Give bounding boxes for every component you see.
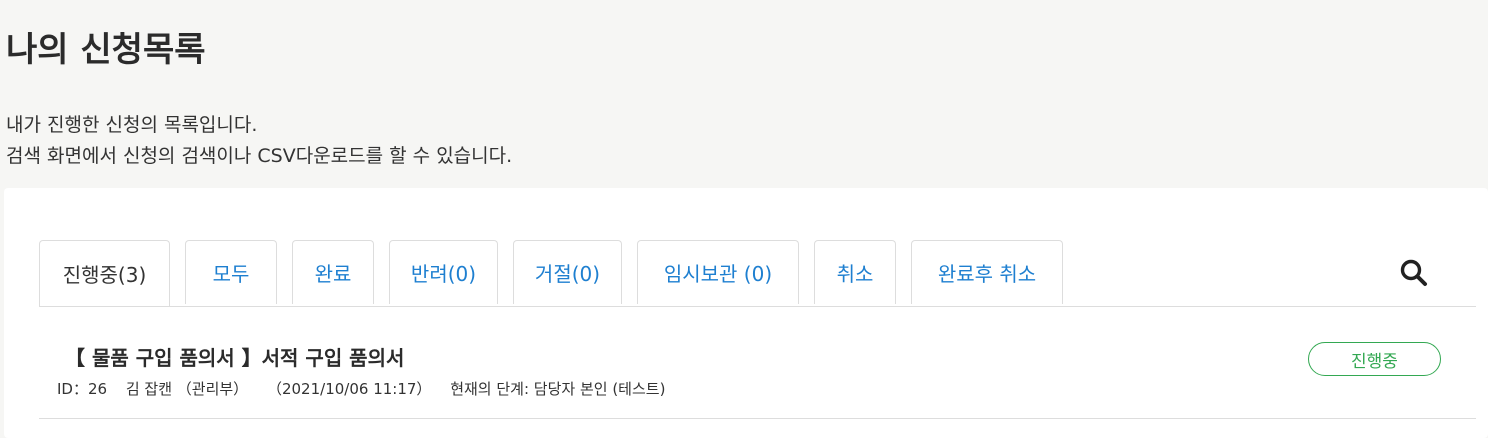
tab-completed[interactable]: 완료 bbox=[292, 240, 374, 304]
tab-cancelled-after-completion[interactable]: 완료후 취소 bbox=[911, 240, 1063, 304]
tab-drafts[interactable]: 임시보관 (0) bbox=[637, 240, 799, 304]
item-stage: 현재의 단계: 담당자 본인 (테스트) bbox=[450, 380, 666, 398]
search-icon bbox=[1400, 259, 1427, 286]
tab-in-progress[interactable]: 진행중(3) bbox=[39, 240, 170, 306]
page-title: 나의 신청목록 bbox=[6, 30, 206, 70]
search-button[interactable] bbox=[1399, 258, 1429, 288]
tab-cancelled[interactable]: 취소 bbox=[814, 240, 896, 304]
tab-bar: 진행중(3) 모두 완료 반려(0) 거절(0) 임시보관 (0) 취소 완료후… bbox=[39, 240, 1476, 307]
list-item: 【 물품 구입 품의서 】서적 구입 품의서 ID：26 김 잡캔 （관리부） … bbox=[39, 306, 1476, 419]
tab-all[interactable]: 모두 bbox=[185, 240, 277, 304]
tab-returned[interactable]: 반려(0) bbox=[389, 240, 498, 304]
tab-rejected[interactable]: 거절(0) bbox=[513, 240, 622, 304]
item-id: ID：26 bbox=[57, 380, 108, 398]
description-line: 검색 화면에서 신청의 검색이나 CSV다운로드를 할 수 있습니다. bbox=[6, 145, 513, 167]
page-description: 내가 진행한 신청의 목록입니다. 검색 화면에서 신청의 검색이나 CSV다운… bbox=[6, 110, 512, 172]
status-badge: 진행중 bbox=[1308, 342, 1441, 376]
item-datetime: （2021/10/06 11:17） bbox=[266, 380, 432, 398]
applications-panel: 진행중(3) 모두 완료 반려(0) 거절(0) 임시보관 (0) 취소 완료후… bbox=[4, 188, 1488, 438]
item-meta: ID：26 김 잡캔 （관리부） （2021/10/06 11:17） 현재의 … bbox=[57, 378, 679, 399]
item-title[interactable]: 【 물품 구입 품의서 】서적 구입 품의서 bbox=[65, 342, 404, 371]
description-line: 내가 진행한 신청의 목록입니다. bbox=[6, 114, 258, 136]
item-applicant: 김 잡캔 （관리부） bbox=[125, 380, 249, 398]
